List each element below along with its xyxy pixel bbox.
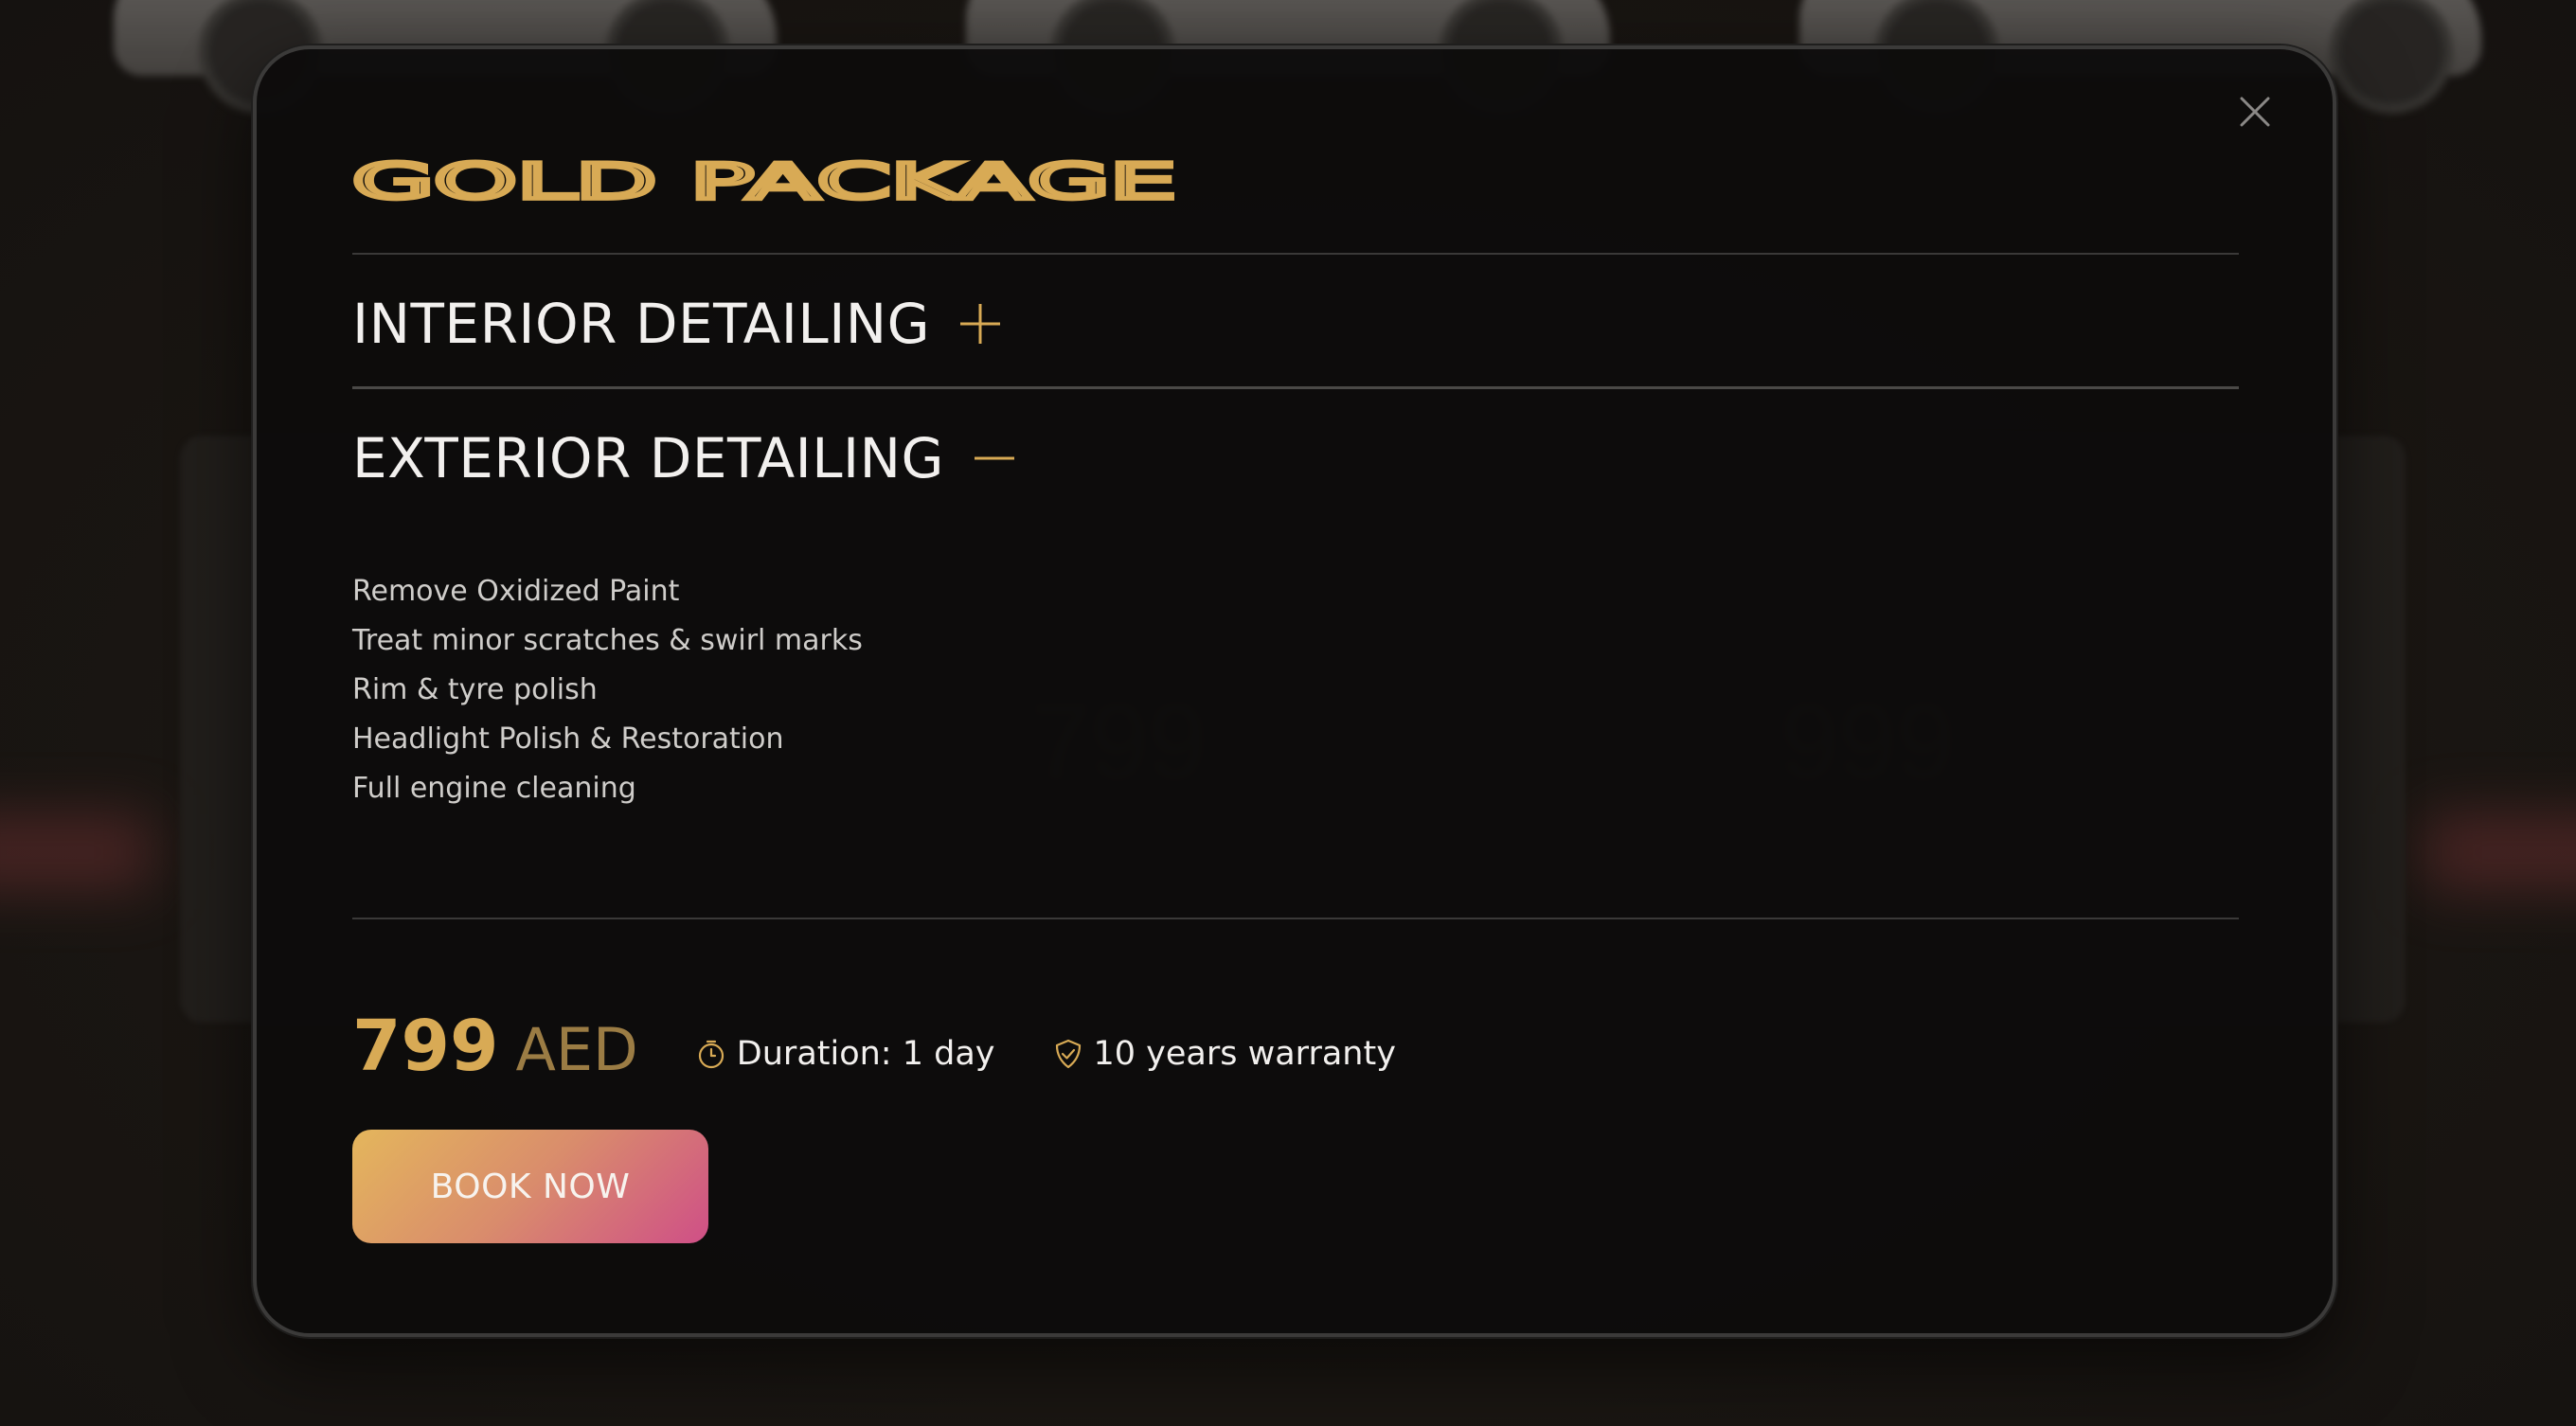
package-info-row: 799 AED Duration: 1 day 10 years warrant… [352, 1006, 1396, 1087]
plus-icon[interactable] [957, 300, 1004, 348]
close-button[interactable] [2227, 83, 2283, 140]
divider [352, 253, 2239, 255]
package-title: GOLD PACKAGE [349, 150, 1205, 216]
background-car-wheel [2330, 0, 2453, 114]
duration: Duration: 1 day [695, 1035, 995, 1073]
section-exterior-detailing[interactable]: EXTERIOR DETAILING [352, 420, 1018, 496]
price-value: 799 [352, 1006, 499, 1087]
list-item: Full engine cleaning [352, 772, 636, 805]
warranty: 10 years warranty [1052, 1035, 1396, 1073]
page: 799 999 GOLD PACKAGE INTERIOR DETAILING [0, 0, 2576, 1426]
section-label: INTERIOR DETAILING [352, 292, 931, 356]
close-icon [2240, 97, 2270, 127]
divider [352, 918, 2239, 919]
book-now-button[interactable]: BOOK NOW [352, 1130, 708, 1243]
duration-text: Duration: 1 day [736, 1035, 995, 1073]
background-glow [2424, 814, 2576, 890]
shield-check-icon [1055, 1039, 1081, 1069]
svg-text:GOLD PACKAGE: GOLD PACKAGE [352, 153, 1176, 210]
divider [352, 386, 2239, 389]
warranty-text: 10 years warranty [1093, 1035, 1396, 1073]
list-item: Headlight Polish & Restoration [352, 722, 784, 756]
list-item: Treat minor scratches & swirl marks [352, 624, 863, 657]
price-currency: AED [515, 1015, 638, 1084]
list-item: Remove Oxidized Paint [352, 575, 680, 608]
background-glow [0, 814, 152, 890]
package-modal: GOLD PACKAGE INTERIOR DETAILING EXTERIOR… [253, 45, 2336, 1337]
package-title-wordmark: GOLD PACKAGE [349, 151, 1178, 212]
stopwatch-icon [698, 1040, 724, 1069]
list-item: Rim & tyre polish [352, 673, 598, 706]
section-interior-detailing[interactable]: INTERIOR DETAILING [352, 286, 1004, 362]
section-label: EXTERIOR DETAILING [352, 426, 944, 490]
exterior-feature-list: Remove Oxidized Paint Treat minor scratc… [352, 572, 863, 818]
minus-icon[interactable] [971, 435, 1018, 482]
